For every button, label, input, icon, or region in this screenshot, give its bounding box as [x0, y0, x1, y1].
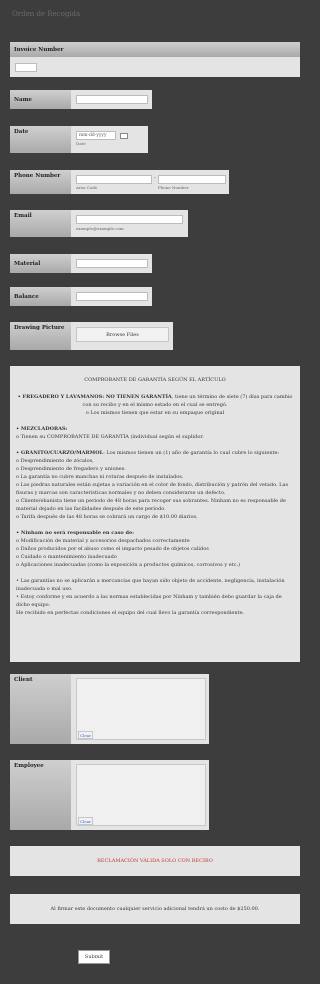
- name-input[interactable]: [76, 95, 148, 104]
- employee-clear-button[interactable]: Clear: [78, 817, 93, 825]
- client-signature-pad[interactable]: [76, 678, 206, 740]
- terms-mezcla-title: • MEZCLADORAS:: [16, 425, 294, 433]
- list-item: o Tarifa después de las 48 horas se cobr…: [16, 514, 198, 520]
- area-code-input[interactable]: [76, 175, 152, 184]
- name-section: Name: [10, 90, 152, 109]
- fee-notice: Al firmar este documento cualquier servi…: [50, 906, 260, 912]
- material-input[interactable]: [76, 259, 148, 268]
- balance-input[interactable]: [76, 292, 148, 301]
- receipt-notice: RECLAMACIÓN VÁLIDA SOLO CON RECIBO: [97, 858, 213, 864]
- list-item: o Desprendimiento de zócalos,: [16, 458, 94, 464]
- list-item: o Desprendimiento de fregadero y uniones…: [16, 466, 126, 472]
- date-input[interactable]: mm-dd-yyyy: [76, 131, 116, 140]
- client-label: Client: [10, 674, 71, 744]
- email-label: Email: [10, 210, 71, 237]
- email-input[interactable]: [76, 215, 183, 224]
- terms-fregadero: • FREGADERO Y LAVAMANOS: NO TIENEN GARAN…: [16, 393, 294, 409]
- phone-sublabel: Phone Number: [158, 185, 189, 190]
- terms-fregadero-bold: • FREGADERO Y LAVAMANOS: NO TIENEN GARAN…: [17, 394, 172, 400]
- employee-signature-section: Employee Clear: [10, 760, 209, 830]
- browse-files-button[interactable]: Browse Files: [76, 327, 169, 342]
- phone-number-input[interactable]: [158, 175, 226, 184]
- employee-signature-pad[interactable]: [76, 764, 206, 826]
- list-item: • Estoy conforme y en acuerdo a las norm…: [16, 594, 282, 608]
- submit-button[interactable]: Submit: [78, 950, 110, 964]
- list-item: o Cliente/ebanista tiene un periodo de 4…: [16, 498, 286, 512]
- list-item: o Modificación de material y accesorios …: [16, 538, 190, 544]
- list-item: o Las piedras naturales están sujetas a …: [16, 482, 289, 496]
- terms-granito: • GRANITO/CUARZO/MARMOL: Los mismos tien…: [16, 449, 294, 457]
- employee-label: Employee: [10, 760, 71, 830]
- invoice-label: Invoice Number: [10, 42, 300, 57]
- receipt-notice-section: RECLAMACIÓN VÁLIDA SOLO CON RECIBO: [10, 846, 300, 876]
- warranty-terms: COMPROBANTE DE GARANTÍA SEGÚN EL ARTÍCUL…: [10, 366, 300, 662]
- material-section: Material: [10, 254, 152, 273]
- email-section: Email example@example.com: [10, 210, 188, 237]
- list-item: o Aplicaciones inadecuadas (como la expo…: [16, 562, 241, 568]
- list-item: He recibido en perfectas condiciones el …: [16, 610, 245, 616]
- terms-mezcla-bold: • MEZCLADORAS:: [16, 426, 68, 432]
- client-signature-section: Client Clear: [10, 674, 209, 744]
- balance-label: Balance: [10, 287, 71, 306]
- terms-granito-bold: • GRANITO/CUARZO/MARMOL: [16, 450, 104, 456]
- list-item: o Daños producidos por el abuso como el …: [16, 546, 209, 552]
- list-item: o Cuidado o mantenimiento inadecuado: [16, 554, 117, 560]
- terms-fregadero-line2: o Los mismos tienen que estar en su empa…: [85, 410, 225, 416]
- list-item: o La garantía no cubre manchas ni rotura…: [16, 474, 184, 480]
- invoice-section: Invoice Number: [10, 42, 300, 77]
- invoice-input[interactable]: [15, 63, 37, 72]
- terms-granito-text: : Los mismos tienen un (1) año de garant…: [103, 450, 280, 456]
- calendar-icon[interactable]: [120, 133, 128, 139]
- phone-section: Phone Number - Area Code Phone Number: [10, 170, 229, 194]
- terms-ninham-title: • Ninham no será responsable en caso de:: [16, 529, 294, 537]
- material-label: Material: [10, 254, 71, 273]
- date-sublabel: Date: [76, 141, 86, 146]
- phone-label: Phone Number: [10, 170, 71, 194]
- drawing-section: Drawing Picture Browse Files: [10, 322, 173, 350]
- client-clear-button[interactable]: Clear: [78, 731, 93, 739]
- balance-section: Balance: [10, 287, 152, 306]
- date-section: Date mm-dd-yyyy Date: [10, 126, 148, 153]
- phone-separator: -: [154, 175, 156, 181]
- list-item: • Las garantías no se aplicarán a mercan…: [16, 578, 285, 592]
- name-label: Name: [10, 90, 71, 109]
- area-code-sublabel: Area Code: [76, 185, 98, 190]
- terms-mezcla-line: o Tienen su COMPROBANTE DE GARANTÍA (ind…: [16, 434, 204, 440]
- drawing-label: Drawing Picture: [10, 322, 71, 350]
- email-sublabel: example@example.com: [76, 226, 124, 231]
- date-label: Date: [10, 126, 71, 153]
- terms-ninham-bold: • Ninham no será responsable en caso de:: [16, 530, 134, 536]
- terms-title: COMPROBANTE DE GARANTÍA SEGÚN EL ARTÍCUL…: [84, 377, 226, 383]
- form-title: Orden de Recogida: [12, 10, 81, 18]
- fee-notice-section: Al firmar este documento cualquier servi…: [10, 894, 300, 924]
